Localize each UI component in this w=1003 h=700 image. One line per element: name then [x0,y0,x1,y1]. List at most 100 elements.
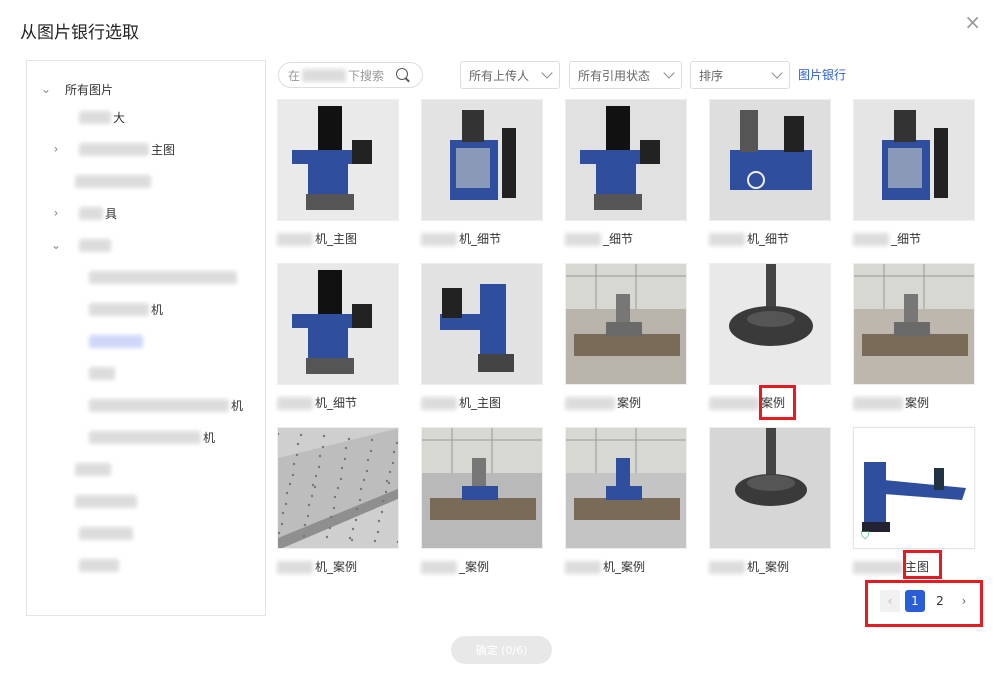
image-thumbnail[interactable] [565,99,687,221]
tree-item[interactable]: 机 [89,299,163,319]
folder-tree: ⌄ 所有图片 大 › 主图 › 具 ⌄ 机机机 [26,60,266,616]
image-thumbnail[interactable] [709,99,831,221]
prev-page-button[interactable]: ‹ [880,590,900,612]
highlight-box [903,550,942,579]
tree-item[interactable] [75,459,111,479]
image-thumbnail[interactable] [421,99,543,221]
uploader-select[interactable]: 所有上传人 [460,61,560,89]
image-label-redacted [565,397,615,410]
tree-item[interactable] [89,331,143,351]
chevron-right-icon[interactable]: › [49,142,63,156]
image-label-redacted [709,397,759,410]
search-prefix: 在 [288,68,301,83]
tree-item[interactable]: › 具 [49,203,117,223]
tree-item-redacted [75,462,111,476]
image-label-text: _案例 [459,560,490,574]
tree-item[interactable] [89,363,115,383]
image-label-text: 机_主图 [315,232,358,246]
image-label-redacted [565,561,601,574]
image-thumbnail[interactable] [565,263,687,385]
tree-item[interactable] [75,491,137,511]
image-label: 机_细节 [709,230,789,247]
chevron-down-icon [771,67,783,79]
image-thumbnail[interactable] [709,263,831,385]
tree-item-redacted [89,302,149,316]
tree-item-redacted [79,142,149,156]
chevron-down-icon[interactable]: ⌄ [49,238,63,252]
image-label: 机_案例 [565,558,645,575]
tree-item[interactable]: 大 [79,107,125,127]
image-thumbnail[interactable] [853,99,975,221]
image-thumbnail[interactable] [709,427,831,549]
page-1-button[interactable]: 1 [905,590,925,612]
tree-root[interactable]: ⌄ 所有图片 [39,79,113,99]
image-label-redacted [421,233,457,246]
tree-item[interactable] [75,171,151,191]
tree-item[interactable]: 机 [89,395,243,415]
page-2-button[interactable]: 2 [930,590,950,612]
image-label: 机_主图 [421,394,501,411]
image-label: 机_细节 [277,394,357,411]
tree-item[interactable] [89,267,237,287]
chevron-down-icon[interactable]: ⌄ [39,82,53,96]
image-label: _细节 [853,230,921,247]
tree-root-label: 所有图片 [65,82,114,97]
search-input[interactable]: 在 下搜索 [278,62,423,88]
image-label-text: 机_细节 [315,396,358,410]
tree-item-label: 主图 [151,142,176,157]
sort-select-value: 排序 [699,68,724,83]
tree-item[interactable]: › 主图 [49,139,175,159]
image-label-redacted [277,561,313,574]
image-thumbnail[interactable]: ⛉ [853,427,975,549]
tree-item-label: 机 [203,430,216,445]
image-bank-dialog: 从图片银行选取 × ⌄ 所有图片 大 › 主图 › 具 ⌄ 机机机 在 下搜索 所有上传人 … [0,0,1003,700]
search-suffix: 下搜索 [348,68,385,83]
tree-item-redacted [89,270,237,284]
shield-check-icon: ⛉ [861,529,870,542]
chevron-down-icon [541,67,553,79]
image-thumbnail[interactable] [421,427,543,549]
search-icon[interactable] [396,68,408,80]
image-label-text: _细节 [603,232,634,246]
image-label-text: 案例 [905,396,930,410]
tree-item-redacted [79,206,103,220]
image-label: _案例 [421,558,489,575]
ref-status-select[interactable]: 所有引用状态 [569,61,682,89]
image-thumbnail[interactable] [277,99,399,221]
close-icon[interactable]: × [964,12,981,32]
image-thumbnail[interactable] [277,263,399,385]
confirm-button[interactable]: 确定 (0/6) [451,636,552,664]
tree-item-redacted [79,558,119,572]
image-bank-link[interactable]: 图片银行 [798,66,846,83]
tree-item-label: 机 [231,398,244,413]
next-page-button[interactable]: › [954,590,974,612]
image-label: _细节 [565,230,633,247]
tree-item[interactable]: ⌄ [49,235,111,255]
tree-item-redacted [79,526,133,540]
image-label-text: 机_案例 [315,560,358,574]
image-label-text: 案例 [617,396,642,410]
tree-item[interactable]: 机 [89,427,215,447]
image-thumbnail[interactable] [853,263,975,385]
sort-select[interactable]: 排序 [690,61,790,89]
image-thumbnail[interactable] [421,263,543,385]
image-label-text: 机_案例 [603,560,646,574]
tree-item[interactable] [79,523,133,543]
image-label: 机_细节 [421,230,501,247]
tree-item[interactable] [79,555,119,575]
image-thumbnail[interactable] [565,427,687,549]
image-label-redacted [421,561,457,574]
uploader-select-value: 所有上传人 [469,68,530,83]
image-label-redacted [853,561,903,574]
image-label: 机_案例 [709,558,789,575]
image-label-redacted [277,397,313,410]
ref-status-select-value: 所有引用状态 [578,68,651,83]
image-label-redacted [709,233,745,246]
tree-item-label: 具 [105,206,118,221]
image-label-redacted [853,233,889,246]
tree-item-label: 大 [113,110,126,125]
tree-item-redacted [89,366,115,380]
image-label: 案例 [565,394,641,411]
chevron-right-icon[interactable]: › [49,206,63,220]
image-thumbnail[interactable] [277,427,399,549]
